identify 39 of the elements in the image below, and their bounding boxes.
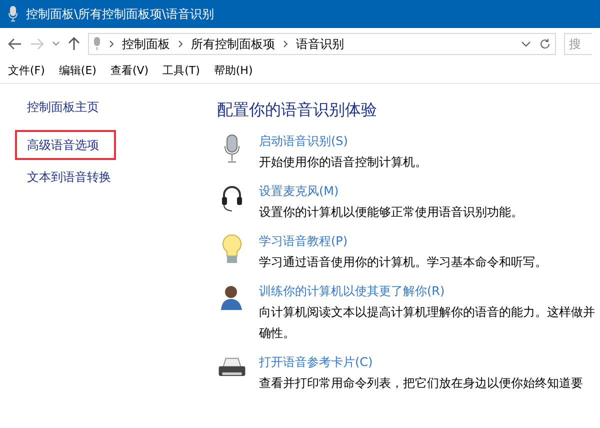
breadcrumb[interactable]: 语音识别 xyxy=(296,35,344,53)
window-title: 控制面板\所有控制面板项\语音识别 xyxy=(26,6,214,23)
sidebar-link[interactable]: 控制面板主页 xyxy=(27,98,200,116)
task-description: 向计算机阅读文本以提高计算机理解你的语音的能力。这样做并 xyxy=(259,304,595,321)
task-link[interactable]: 打开语音参考卡片(C) xyxy=(259,353,583,371)
task-link[interactable]: 设置麦克风(M) xyxy=(259,182,523,200)
menu-item[interactable]: 查看(V) xyxy=(110,63,149,80)
lightbulb-icon xyxy=(221,234,243,266)
task-description: 确性。 xyxy=(259,325,296,342)
menu-item[interactable]: 工具(T) xyxy=(162,63,200,80)
menu-item[interactable]: 文件(F) xyxy=(8,63,45,80)
address-bar[interactable]: 控制面板 所有控制面板项 语音识别 xyxy=(88,33,556,55)
up-arrow-icon[interactable] xyxy=(68,37,80,51)
chevron-icon[interactable] xyxy=(178,40,183,48)
task-description: 设置你的计算机以便能够正常使用语音识别功能。 xyxy=(259,204,523,221)
back-arrow-icon[interactable] xyxy=(8,38,22,50)
person-icon xyxy=(220,284,244,310)
task-link[interactable]: 学习语音教程(P) xyxy=(259,232,547,250)
sidebar-link[interactable]: 高级语音选项 xyxy=(15,130,116,160)
dropdown-caret-icon[interactable] xyxy=(521,41,531,47)
dropdown-caret-icon[interactable] xyxy=(52,41,60,47)
chevron-icon[interactable] xyxy=(109,40,114,48)
sidebar-link[interactable]: 文本到语音转换 xyxy=(27,168,200,186)
headset-icon xyxy=(220,184,244,212)
breadcrumb[interactable]: 控制面板 xyxy=(122,35,170,53)
task-link[interactable]: 启动语音识别(S) xyxy=(259,132,427,150)
refresh-icon[interactable] xyxy=(539,38,551,50)
menu-item[interactable]: 帮助(H) xyxy=(214,63,253,80)
task-description: 开始使用你的语音控制计算机。 xyxy=(259,154,427,171)
task-description: 查看并打印常用命令列表，把它们放在身边以便你始终知道要 xyxy=(259,375,583,392)
task-link[interactable]: 训练你的计算机以使其更了解你(R) xyxy=(259,282,595,300)
menu-item[interactable]: 编辑(E) xyxy=(58,63,96,80)
page-heading: 配置你的语音识别体验 xyxy=(217,99,378,121)
microphone-icon xyxy=(224,134,240,164)
task-description: 学习通过语音使用你的计算机。学习基本命令和听写。 xyxy=(259,254,547,271)
chevron-icon[interactable] xyxy=(283,40,288,48)
breadcrumb[interactable]: 所有控制面板项 xyxy=(191,35,275,53)
microphone-icon xyxy=(8,6,18,22)
microphone-icon xyxy=(93,37,101,51)
